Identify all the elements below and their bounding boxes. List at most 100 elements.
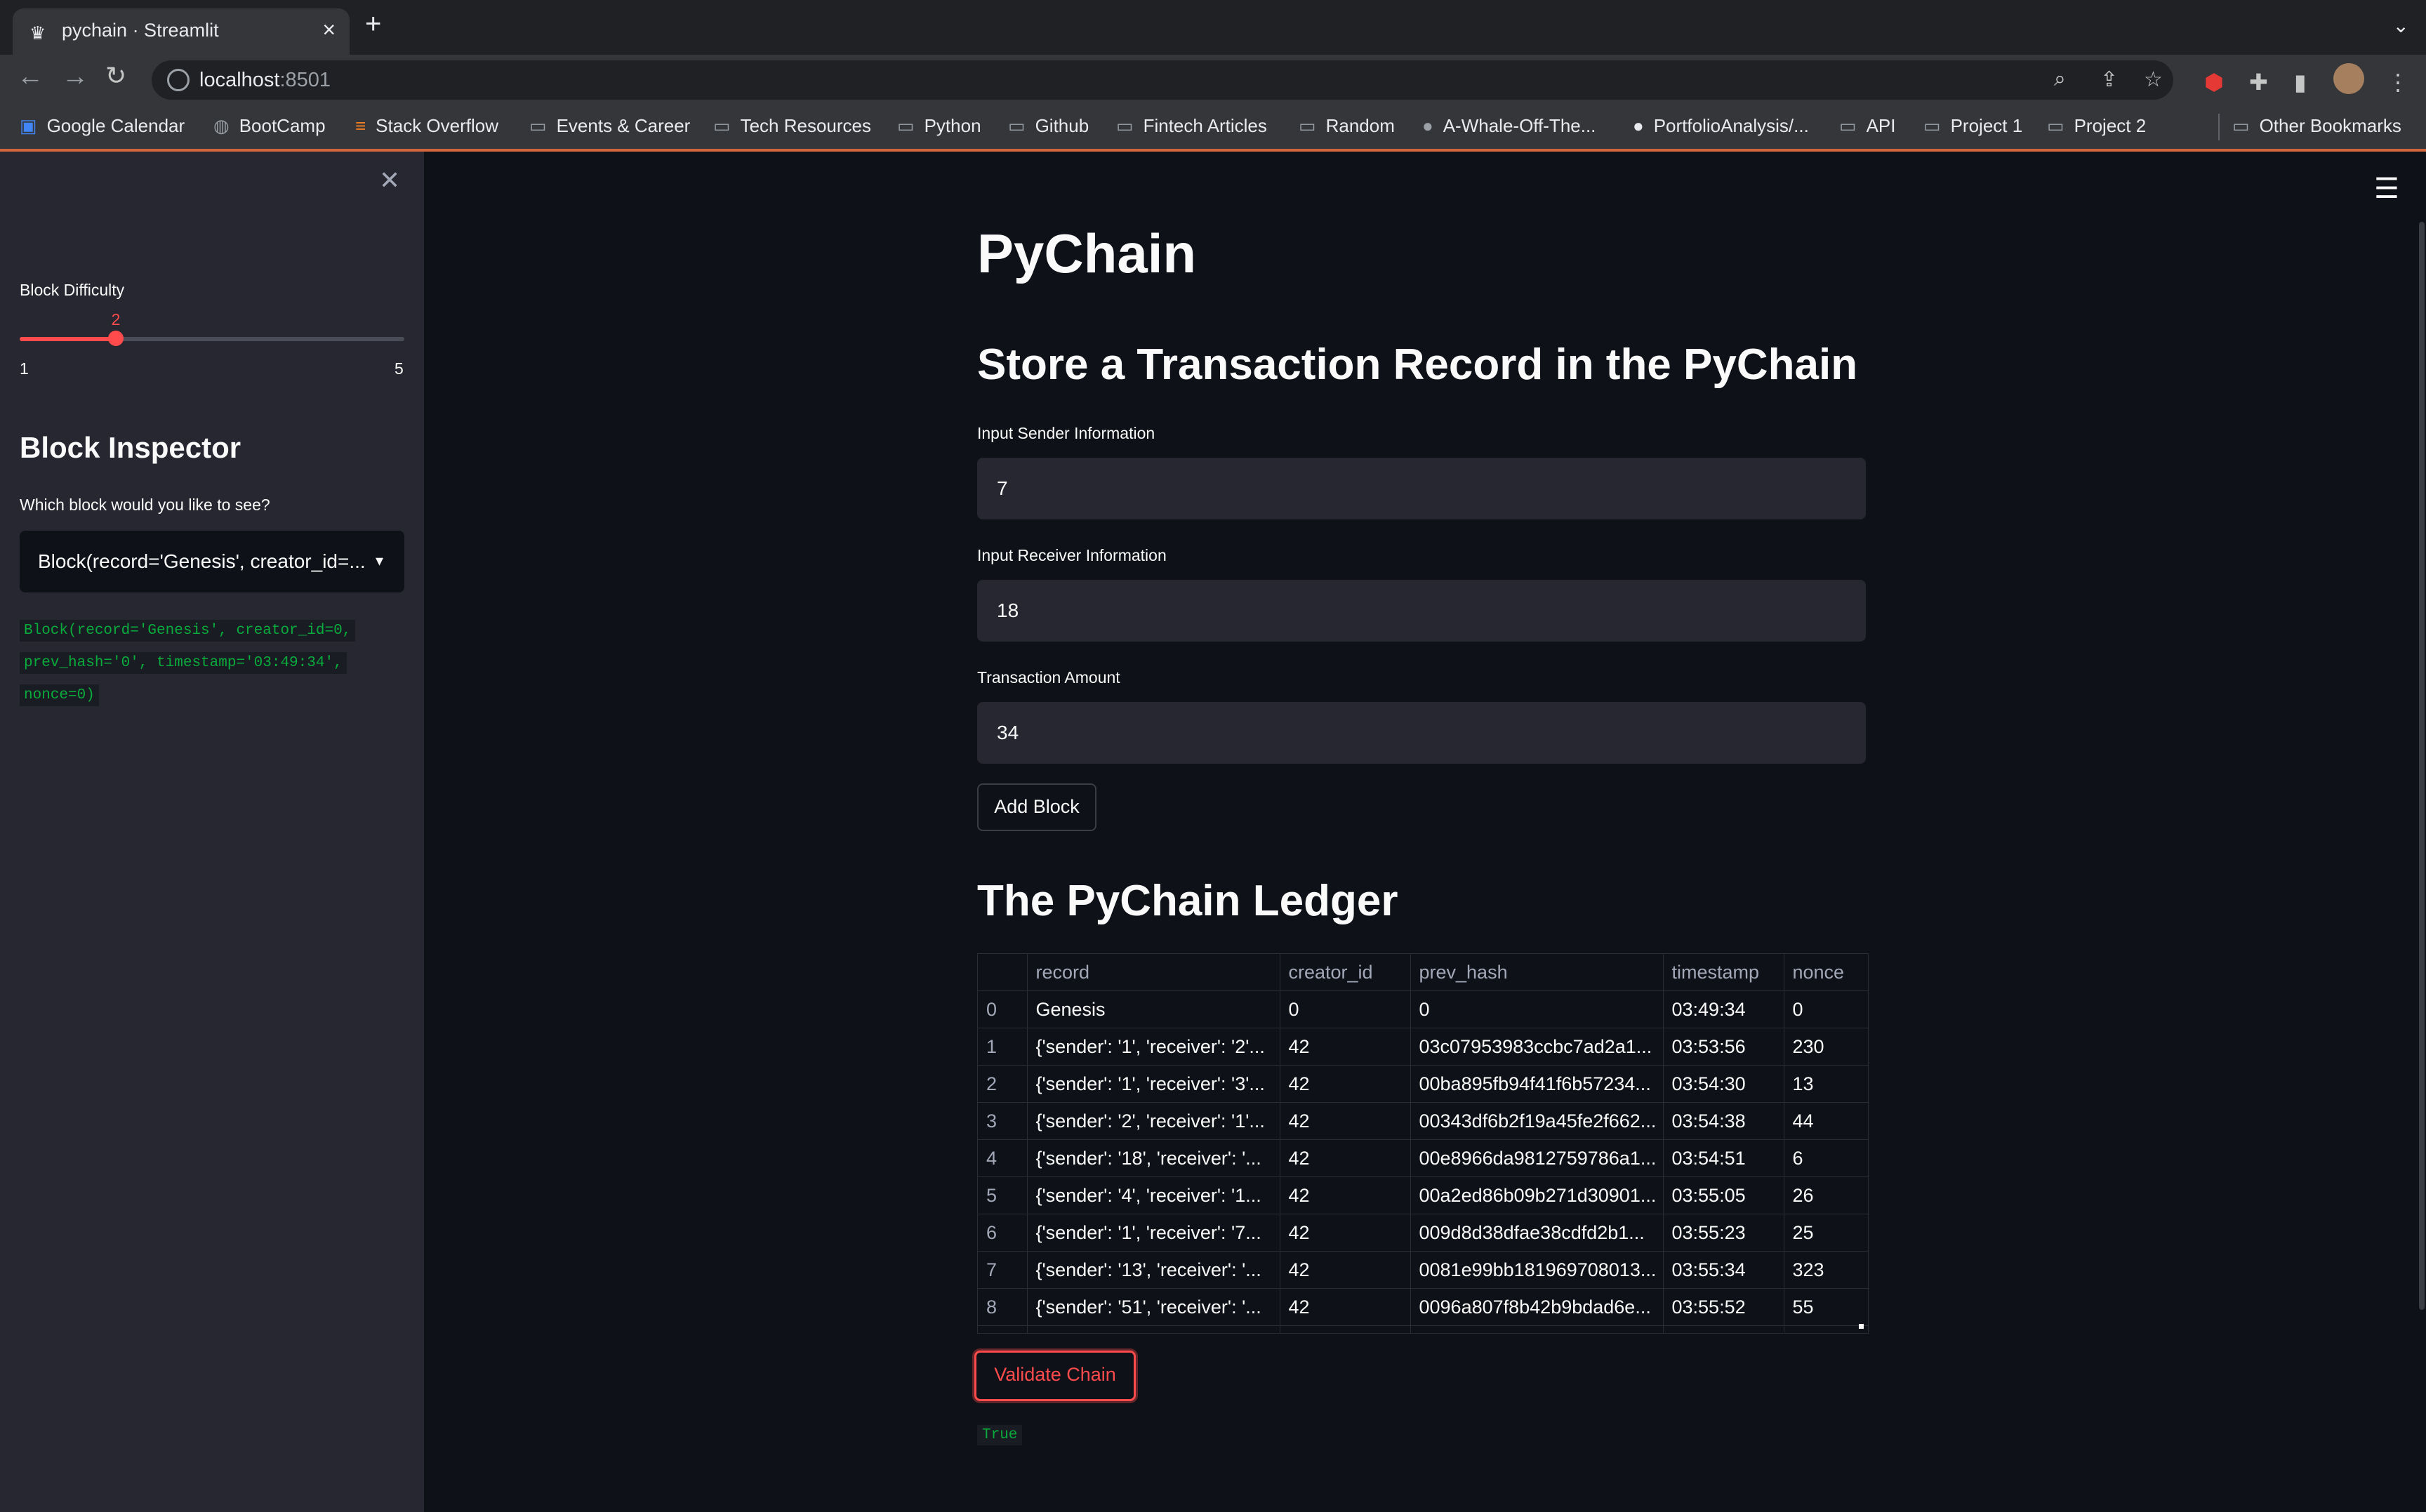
table-cell[interactable]: 00ba895fb94f41f6b57234...: [1410, 1065, 1664, 1103]
table-cell[interactable]: 42: [1280, 1176, 1411, 1214]
table-cell[interactable]: 03:54:51: [1663, 1139, 1784, 1177]
table-cell[interactable]: 03:55:23: [1663, 1214, 1784, 1252]
table-cell[interactable]: 03:53:56: [1663, 1028, 1784, 1066]
back-arrow-icon[interactable]: ←: [17, 63, 44, 90]
table-cell[interactable]: 42: [1280, 1102, 1411, 1140]
table-cell[interactable]: 6: [1784, 1139, 1868, 1177]
table-cell[interactable]: 0: [1280, 990, 1411, 1028]
bookmark-folder-events[interactable]: ▭ Events & Career: [529, 115, 690, 137]
zoom-search-icon[interactable]: ⌕: [2054, 67, 2066, 91]
table-cell[interactable]: 26: [1784, 1176, 1868, 1214]
table-cell[interactable]: {'sender': '2', 'receiver': '1'...: [1027, 1102, 1280, 1140]
table-cell[interactable]: 00e8966da9812759786a1...: [1410, 1139, 1664, 1177]
column-header[interactable]: [978, 954, 1028, 991]
bookmark-folder-fintech[interactable]: ▭ Fintech Articles: [1116, 115, 1267, 137]
browser-tab[interactable]: ♛ pychain · Streamlit ×: [13, 8, 350, 55]
table-cell[interactable]: 009d8d38dfae38cdfd2b1...: [1410, 1214, 1664, 1252]
share-icon[interactable]: ⇪: [2100, 67, 2118, 92]
bookmark-other[interactable]: ▭ Other Bookmarks: [2232, 115, 2401, 137]
table-row[interactable]: 5 {'sender': '4', 'receiver': '1... 42 00a2…: [978, 1176, 1868, 1214]
bookmark-stack-overflow[interactable]: ≡ Stack Overflow: [355, 115, 498, 137]
bookmark-bootcamp[interactable]: ◍ BootCamp: [213, 115, 326, 137]
table-row[interactable]: 8 {'sender': '51', 'receiver': '... 42 0096…: [978, 1288, 1868, 1326]
table-cell[interactable]: 0: [1784, 990, 1868, 1028]
table-row[interactable]: 6 {'sender': '1', 'receiver': '7... 42 009d…: [978, 1214, 1868, 1252]
table-cell[interactable]: {'sender': '7', 'receiver': '8'...: [1027, 1325, 1280, 1333]
browser-menu-icon[interactable]: ⋮: [2387, 69, 2409, 95]
table-cell[interactable]: 42: [1280, 1139, 1411, 1177]
table-cell[interactable]: 42: [1280, 1214, 1411, 1252]
validate-chain-button[interactable]: Validate Chain: [974, 1351, 1136, 1401]
difficulty-slider[interactable]: [20, 331, 404, 346]
ledger-table[interactable]: record creator_id prev_hash timestamp nonce …: [977, 953, 1869, 1334]
bookmark-whale[interactable]: ● A-Whale-Off-The...: [1422, 115, 1596, 137]
table-cell[interactable]: 03:55:05: [1663, 1176, 1784, 1214]
table-cell[interactable]: 0081e99bb181969708013...: [1410, 1251, 1664, 1289]
add-block-button[interactable]: Add Block: [977, 783, 1096, 831]
column-header[interactable]: record: [1027, 954, 1280, 991]
table-cell[interactable]: 25: [1784, 1214, 1868, 1252]
table-cell[interactable]: 03:55:34: [1663, 1251, 1784, 1289]
close-tab-icon[interactable]: ×: [322, 17, 336, 43]
table-row[interactable]: 3 {'sender': '2', 'receiver': '1'... 42 003…: [978, 1102, 1868, 1140]
reload-icon[interactable]: ↻: [105, 63, 126, 88]
receiver-input[interactable]: 18: [977, 580, 1866, 642]
table-cell[interactable]: 55: [1784, 1288, 1868, 1326]
address-bar[interactable]: localhost:8501 ⌕ ⇪ ☆: [152, 60, 2173, 100]
table-cell[interactable]: 00a2ed86b09b271d30901...: [1410, 1176, 1664, 1214]
extensions-puzzle-icon[interactable]: ✚: [2249, 69, 2268, 95]
table-cell[interactable]: {'sender': '51', 'receiver': '...: [1027, 1288, 1280, 1326]
table-cell[interactable]: 00a74eb42bb6f6d49c50e...: [1410, 1325, 1664, 1333]
bookmark-google-calendar[interactable]: ▣ Google Calendar: [20, 115, 185, 137]
table-cell[interactable]: 03:55:52: [1663, 1288, 1784, 1326]
table-row[interactable]: 1 {'sender': '1', 'receiver': '2'... 42 03c…: [978, 1028, 1868, 1066]
table-cell[interactable]: 03c07953983ccbc7ad2a1...: [1410, 1028, 1664, 1066]
table-cell[interactable]: {'sender': '1', 'receiver': '2'...: [1027, 1028, 1280, 1066]
table-row[interactable]: 0 Genesis 0 0 03:49:34 0: [978, 990, 1868, 1028]
hamburger-menu-icon[interactable]: ☰: [2374, 173, 2399, 205]
table-cell[interactable]: 03:54:38: [1663, 1102, 1784, 1140]
slider-thumb[interactable]: [108, 331, 124, 346]
table-cell[interactable]: {'sender': '13', 'receiver': '...: [1027, 1251, 1280, 1289]
table-cell[interactable]: 44: [1784, 1102, 1868, 1140]
page-scrollbar[interactable]: [2419, 222, 2425, 1310]
table-cell[interactable]: 42: [1280, 1325, 1411, 1333]
table-cell[interactable]: 42: [1280, 1065, 1411, 1103]
table-cell[interactable]: 03:56:03: [1663, 1325, 1784, 1333]
bookmark-folder-random[interactable]: ▭ Random: [1299, 115, 1395, 137]
table-cell[interactable]: {'sender': '1', 'receiver': '7...: [1027, 1214, 1280, 1252]
sender-input[interactable]: 7: [977, 458, 1866, 519]
bookmark-folder-tech[interactable]: ▭ Tech Resources: [713, 115, 871, 137]
table-cell[interactable]: 03:49:34: [1663, 990, 1784, 1028]
column-header[interactable]: prev_hash: [1410, 954, 1664, 991]
column-header[interactable]: nonce: [1784, 954, 1868, 991]
forward-arrow-icon[interactable]: →: [62, 63, 88, 90]
table-cell[interactable]: 0: [1410, 990, 1664, 1028]
amount-input[interactable]: 34: [977, 702, 1866, 764]
bookmark-folder-api[interactable]: ▭ API: [1839, 115, 1896, 137]
block-select[interactable]: Block(record='Genesis', creator_id=... ▾: [20, 531, 404, 592]
tab-search-chevron-icon[interactable]: ⌄: [2393, 14, 2409, 37]
column-header[interactable]: creator_id: [1280, 954, 1411, 991]
table-cell[interactable]: 0096a807f8b42b9bdad6e...: [1410, 1288, 1664, 1326]
table-cell[interactable]: 42: [1280, 1251, 1411, 1289]
bookmark-folder-project2[interactable]: ▭ Project 2: [2047, 115, 2146, 137]
table-cell[interactable]: Genesis: [1027, 990, 1280, 1028]
table-cell[interactable]: 00343df6b2f19a45fe2f662...: [1410, 1102, 1664, 1140]
table-cell[interactable]: {'sender': '4', 'receiver': '1...: [1027, 1176, 1280, 1214]
table-cell[interactable]: 42: [1280, 1288, 1411, 1326]
site-info-icon[interactable]: [167, 69, 190, 91]
table-cell[interactable]: {'sender': '1', 'receiver': '3'...: [1027, 1065, 1280, 1103]
bookmark-star-icon[interactable]: ☆: [2144, 67, 2163, 92]
table-cell[interactable]: 230: [1784, 1028, 1868, 1066]
table-cell[interactable]: {'sender': '18', 'receiver': '...: [1027, 1139, 1280, 1177]
table-row[interactable]: 7 {'sender': '13', 'receiver': '... 42 0081…: [978, 1251, 1868, 1289]
table-cell[interactable]: 323: [1784, 1251, 1868, 1289]
column-header[interactable]: timestamp: [1663, 954, 1784, 991]
new-tab-icon[interactable]: +: [365, 10, 381, 38]
table-cell[interactable]: 13: [1784, 1065, 1868, 1103]
table-cell[interactable]: 64: [1784, 1325, 1868, 1333]
close-sidebar-icon[interactable]: ✕: [379, 166, 400, 195]
table-cell[interactable]: 03:54:30: [1663, 1065, 1784, 1103]
extension-shield-icon[interactable]: ⬢: [2204, 69, 2224, 95]
